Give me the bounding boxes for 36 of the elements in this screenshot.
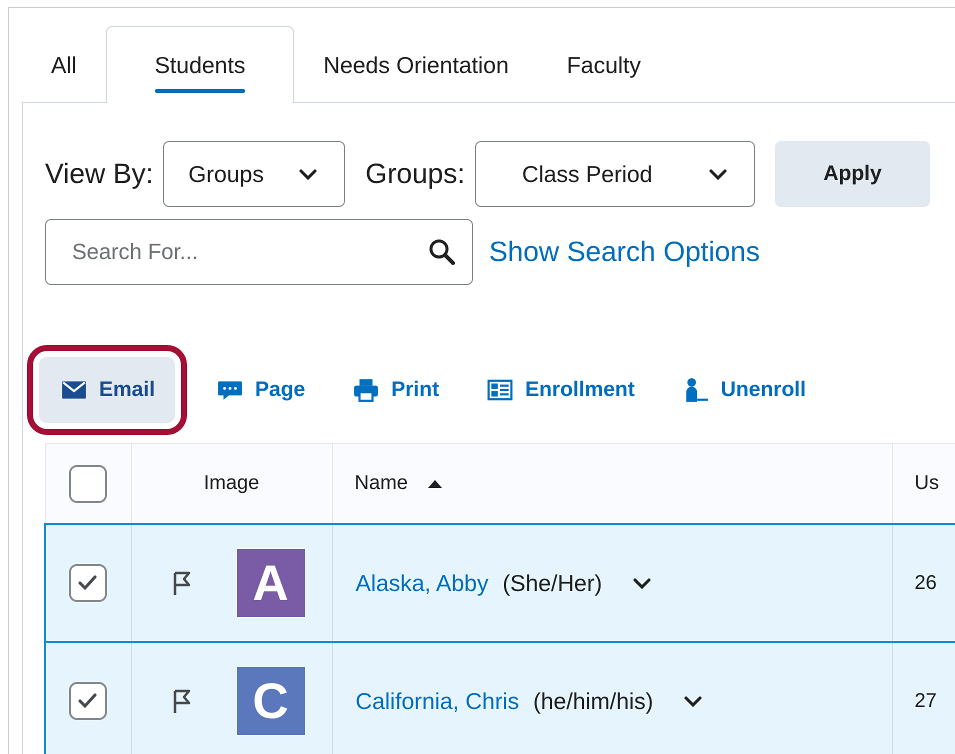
tab[interactable]: Students — [106, 26, 294, 103]
pronouns: (She/Her) — [502, 570, 602, 596]
search-input[interactable]: Search For... — [70, 238, 428, 266]
avatar-tile: C — [236, 667, 304, 735]
class-period-dropdown[interactable]: Class Period — [475, 141, 756, 207]
column-header: Image — [204, 472, 260, 494]
pronouns: (he/him/his) — [533, 688, 654, 714]
groups-label: Groups: — [365, 158, 466, 190]
student-name-link[interactable]: Alaska, Abby — [356, 570, 488, 596]
search-field[interactable]: Search For... — [45, 219, 473, 285]
sort-up-icon — [427, 479, 444, 489]
row-checkbox[interactable] — [69, 564, 107, 602]
email-button[interactable]: Email — [39, 357, 176, 423]
name-column-header[interactable]: Name — [354, 472, 408, 494]
student-name-link[interactable]: California, Chris — [356, 688, 520, 714]
checkmark-icon — [78, 694, 96, 708]
avatar-tile: A — [236, 549, 304, 617]
row-checkbox[interactable] — [69, 682, 107, 720]
view-by-dropdown[interactable]: Groups — [163, 141, 346, 207]
tab[interactable]: Faculty — [538, 26, 670, 103]
page-button[interactable]: Page — [195, 357, 326, 423]
search-icon — [428, 238, 456, 266]
tab[interactable]: Needs Orientation — [294, 26, 538, 103]
table-cell: 27 — [914, 690, 937, 712]
view-by-label: View By: — [45, 158, 154, 190]
unenroll-button[interactable]: Unenroll — [660, 357, 826, 423]
select-all-checkbox[interactable] — [68, 464, 106, 502]
apply-button[interactable]: Apply — [775, 141, 930, 207]
list-card-icon — [485, 377, 516, 403]
checkmark-icon — [78, 576, 96, 590]
tab[interactable]: All — [22, 26, 106, 103]
table-cell: 26 — [914, 572, 937, 594]
show-search-options-link[interactable]: Show Search Options — [489, 236, 760, 268]
print-button[interactable]: Print — [331, 357, 460, 423]
enrollment-button[interactable]: Enrollment — [465, 357, 655, 423]
column-header: Us — [914, 472, 939, 494]
